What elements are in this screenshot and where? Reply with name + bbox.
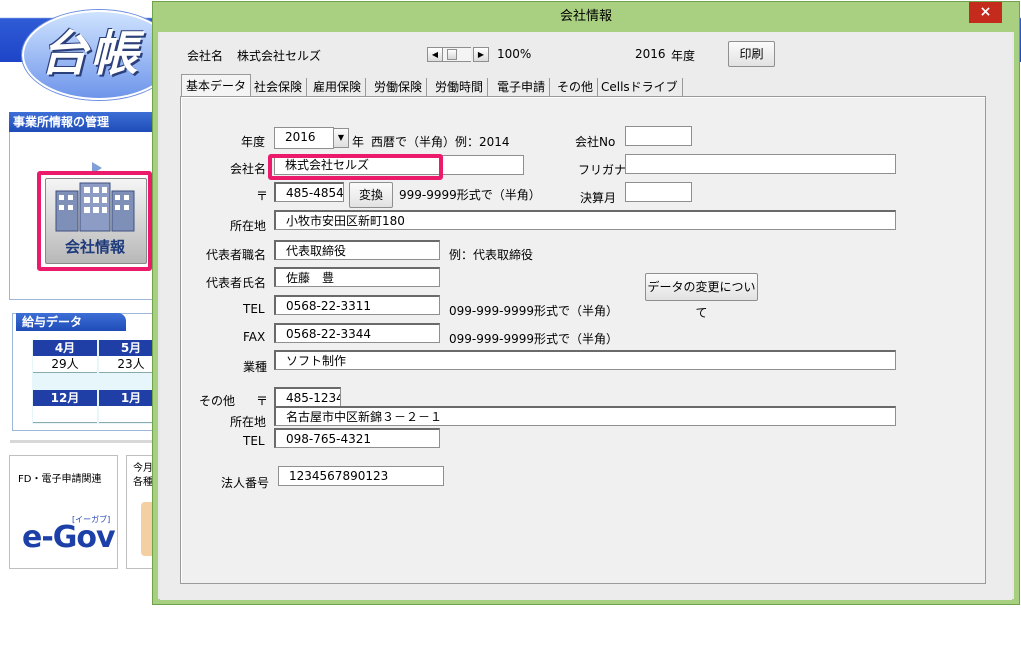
month-value: 29人 xyxy=(33,356,97,373)
fax-field[interactable]: 0568-22-3344 xyxy=(274,323,440,343)
chevron-down-icon[interactable]: ▼ xyxy=(333,128,349,148)
other-tel-label: TEL xyxy=(243,434,265,448)
tab-e-application[interactable]: 電子申請 xyxy=(493,78,551,96)
company-no-field[interactable] xyxy=(625,126,692,146)
fax-label: FAX xyxy=(243,330,266,344)
rep-name-field[interactable]: 佐藤 豊 xyxy=(274,267,440,287)
address-label: 所在地 xyxy=(230,219,267,233)
office-info-panel-title: 事業所情報の管理 xyxy=(9,112,156,132)
tab-social-insurance[interactable]: 社会保険 xyxy=(250,78,308,96)
zoom-scroll-track[interactable] xyxy=(443,47,471,62)
company-name-label: 会社名 xyxy=(230,162,267,176)
header-company-value: 株式会社セルズ xyxy=(237,49,322,63)
tel-hint: 099-999-9999形式で（半角） xyxy=(449,304,619,318)
header-year-value: 2016 xyxy=(635,47,666,61)
other-postal-field[interactable]: 485-1234 xyxy=(274,387,341,407)
postal-field[interactable]: 485-4854 xyxy=(274,182,344,202)
monthly-card-title: 今月 各種 xyxy=(133,463,153,488)
rep-title-hint: 例：代表取締役 xyxy=(449,248,534,262)
egov-card-title: FD・電子申請関連 xyxy=(18,474,102,485)
highlight-frame-company-name xyxy=(268,154,443,180)
industry-label: 業種 xyxy=(243,360,268,374)
zoom-scroll-thumb[interactable] xyxy=(447,49,457,60)
address-field[interactable]: 小牧市安田区新町180 xyxy=(274,210,896,230)
month-header[interactable]: 4月 xyxy=(33,340,97,356)
rep-title-label: 代表者職名 xyxy=(206,248,267,262)
zoom-decrease-button[interactable]: ◀ xyxy=(427,47,443,62)
tel-field[interactable]: 0568-22-3311 xyxy=(274,295,440,315)
postal-hint: 999-9999形式で（半角） xyxy=(399,188,541,202)
tab-cells-drive[interactable]: Cellsドライブ xyxy=(597,78,683,96)
tel-label: TEL xyxy=(243,302,265,316)
app-logo-text: 台帳 xyxy=(40,26,141,82)
dialog-title: 会社情報 xyxy=(559,9,612,24)
convert-button[interactable]: 変換 xyxy=(349,182,393,208)
rep-name-label: 代表者氏名 xyxy=(206,276,267,290)
month-header[interactable]: 12月 xyxy=(33,390,97,406)
other-postal-label: 〒 xyxy=(256,394,269,408)
year-suffix: 年 xyxy=(352,135,365,149)
data-change-button[interactable]: データの変更について xyxy=(645,273,758,320)
settlement-month-field[interactable] xyxy=(625,182,692,202)
other-label: その他 xyxy=(199,394,236,408)
highlight-frame-left xyxy=(37,171,152,271)
tab-basic-data[interactable]: 基本データ xyxy=(181,74,252,97)
header-year-label: 年度 xyxy=(671,49,696,63)
fax-hint: 099-999-9999形式で（半角） xyxy=(449,332,619,346)
header-company-label: 会社名 xyxy=(187,49,224,63)
company-no-label: 会社No xyxy=(575,135,616,149)
rep-title-field[interactable]: 代表取締役 xyxy=(274,240,440,260)
tab-employment-insurance[interactable]: 雇用保険 xyxy=(309,78,367,96)
postal-label: 〒 xyxy=(256,189,269,203)
month-value xyxy=(33,406,97,423)
salary-panel-title: 給与データ xyxy=(16,313,126,331)
print-button[interactable]: 印刷 xyxy=(728,41,775,67)
settlement-month-label: 決算月 xyxy=(580,191,617,205)
tab-labor-insurance[interactable]: 労働保険 xyxy=(370,78,428,96)
corp-no-label: 法人番号 xyxy=(221,476,270,490)
close-button[interactable]: × xyxy=(969,2,1002,23)
industry-field[interactable]: ソフト制作 xyxy=(274,350,896,370)
zoom-value: 100% xyxy=(497,47,532,61)
zoom-increase-button[interactable]: ▶ xyxy=(473,47,489,62)
fiscal-year-combo[interactable]: 2016 xyxy=(274,127,334,149)
year-hint: 西暦で（半角）例：2014 xyxy=(371,135,510,149)
other-address-label: 所在地 xyxy=(230,415,267,429)
section-divider xyxy=(10,440,155,443)
egov-logo: e-Gov xyxy=(22,520,116,555)
egov-card[interactable]: FD・電子申請関連 [イーガブ] e-Gov xyxy=(9,455,118,569)
tab-working-hours[interactable]: 労働時間 xyxy=(431,78,489,96)
corp-no-field[interactable]: 1234567890123 xyxy=(278,466,444,486)
furigana-label: フリガナ xyxy=(578,163,627,177)
furigana-field[interactable] xyxy=(625,154,896,174)
fiscal-year-label: 年度 xyxy=(241,135,266,149)
other-address-field[interactable]: 名古屋市中区新錦３－２－１ xyxy=(274,406,896,426)
tab-other[interactable]: その他 xyxy=(553,78,599,96)
other-tel-field[interactable]: 098-765-4321 xyxy=(274,428,440,448)
